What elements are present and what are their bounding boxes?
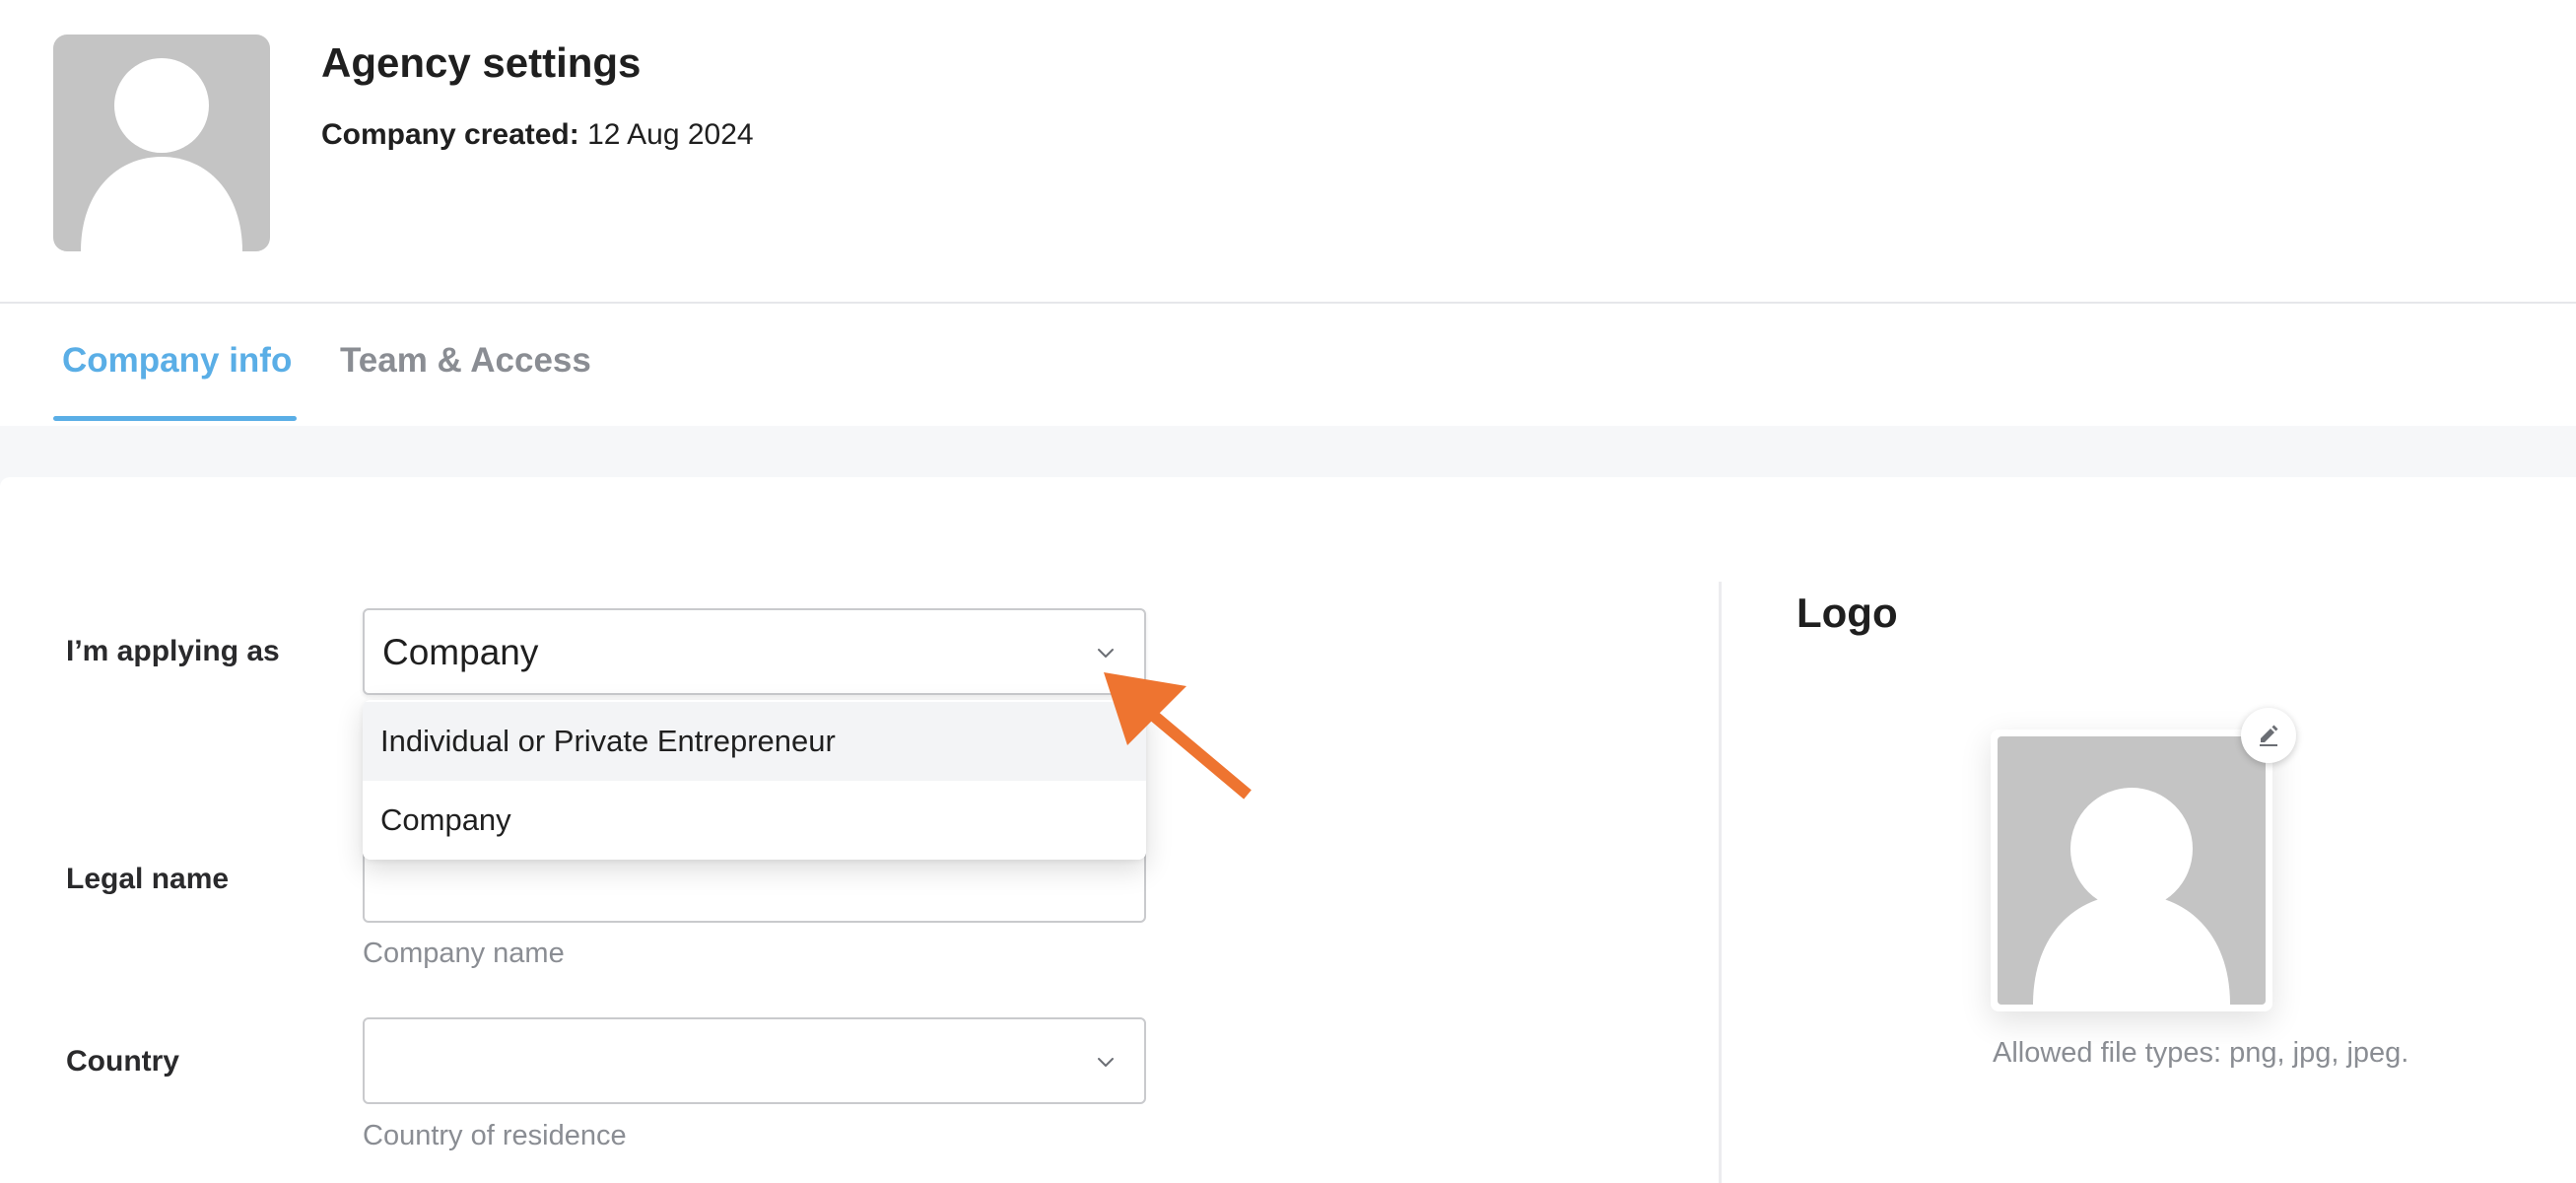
option-individual-entrepreneur[interactable]: Individual or Private Entrepreneur [363, 702, 1146, 781]
applying-as-label: I’m applying as [66, 635, 280, 667]
tab-team-access[interactable]: Team & Access [340, 341, 591, 381]
option-company[interactable]: Company [363, 781, 1146, 860]
active-tab-indicator [53, 416, 297, 421]
company-avatar [53, 35, 270, 251]
country-helper: Country of residence [363, 1120, 627, 1151]
created-date: 12 Aug 2024 [587, 118, 754, 151]
logo-preview[interactable] [1991, 730, 2272, 1011]
section-divider [1719, 582, 1722, 1183]
applying-as-select[interactable]: Company [363, 608, 1146, 695]
applying-as-dropdown: Individual or Private Entrepreneur Compa… [363, 700, 1146, 860]
country-select[interactable] [363, 1017, 1146, 1104]
legal-name-helper: Company name [363, 938, 565, 969]
chevron-down-icon [1098, 649, 1114, 658]
chevron-down-icon [1098, 1058, 1114, 1067]
logo-image [1998, 736, 2266, 1005]
legal-name-label: Legal name [66, 863, 230, 895]
settings-header: Agency settings Company created: 12 Aug … [0, 0, 2576, 304]
logo-edit-button[interactable] [2241, 708, 2296, 763]
country-label: Country [66, 1045, 179, 1078]
tab-company-info[interactable]: Company info [62, 341, 292, 381]
pencil-icon [2260, 725, 2278, 746]
settings-tabs: Company info Team & Access [0, 304, 2576, 426]
user-placeholder-icon [81, 58, 242, 251]
user-placeholder-icon [2033, 788, 2230, 1005]
logo-section-title: Logo [1796, 590, 1898, 636]
company-created-line: Company created: 12 Aug 2024 [321, 118, 754, 152]
logo-file-types-hint: Allowed file types: png, jpg, jpeg. [1993, 1037, 2409, 1069]
applying-as-value: Company [382, 632, 539, 672]
page-title: Agency settings [321, 39, 642, 86]
created-label: Company created: [321, 118, 579, 151]
